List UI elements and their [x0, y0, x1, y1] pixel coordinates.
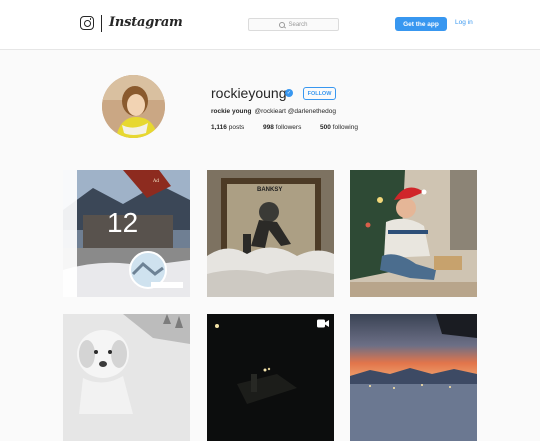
post-tile[interactable]: Ad 12: [63, 170, 190, 297]
stat-following[interactable]: 500 following: [320, 124, 358, 131]
search-icon: [279, 21, 286, 28]
verified-badge-icon: ✓: [285, 89, 293, 97]
post-image-christmas-portrait: [350, 170, 477, 297]
search-input[interactable]: Search: [248, 18, 339, 31]
profile-avatar[interactable]: [102, 75, 165, 138]
post-image-banksy-sign: BANKSY: [207, 170, 334, 297]
post-tile[interactable]: [350, 314, 477, 441]
search-placeholder: Search: [288, 21, 308, 28]
avatar-photo: [102, 75, 165, 138]
get-the-app-button[interactable]: Get the app: [395, 17, 447, 31]
instagram-wordmark[interactable]: Instagram: [109, 15, 183, 30]
post-tile[interactable]: BANKSY: [207, 170, 334, 297]
profile-username: rockieyoung: [211, 85, 287, 101]
post-sign-text: BANKSY: [257, 187, 282, 193]
post-image-night-street: [207, 314, 334, 441]
profile-stats: 1,116 posts 998 followers 500 following: [211, 124, 358, 131]
follow-button[interactable]: FOLLOW: [303, 87, 336, 100]
bio-mentions[interactable]: @rockieart @darlenethedog: [254, 108, 336, 115]
post-image-snow-dog: [63, 314, 190, 441]
top-navbar: Instagram Search Get the app Log in: [0, 0, 540, 50]
following-label: following: [332, 124, 358, 131]
logo-divider: [101, 15, 102, 32]
stat-followers[interactable]: 998 followers: [263, 124, 320, 131]
post-overlay-number: 12: [107, 207, 138, 238]
followers-count: 998: [263, 124, 274, 131]
log-in-link[interactable]: Log in: [455, 19, 473, 26]
posts-count: 1,116: [211, 124, 227, 131]
following-count: 500: [320, 124, 331, 131]
post-image-winter-town: Ad 12: [63, 170, 190, 297]
svg-text:Ad: Ad: [152, 178, 159, 184]
profile-full-name: rockie young: [211, 108, 252, 115]
profile-bio: rockie young @rockieart @darlenethedog: [211, 108, 336, 115]
followers-label: followers: [275, 124, 302, 131]
post-image-sunset-valley: [350, 314, 477, 441]
instagram-camera-icon[interactable]: [80, 16, 94, 30]
post-tile[interactable]: [350, 170, 477, 297]
post-tile[interactable]: [207, 314, 334, 441]
stat-posts: 1,116 posts: [211, 124, 263, 131]
posts-label: posts: [228, 124, 245, 131]
video-camera-icon: [317, 319, 329, 328]
post-tile[interactable]: [63, 314, 190, 441]
